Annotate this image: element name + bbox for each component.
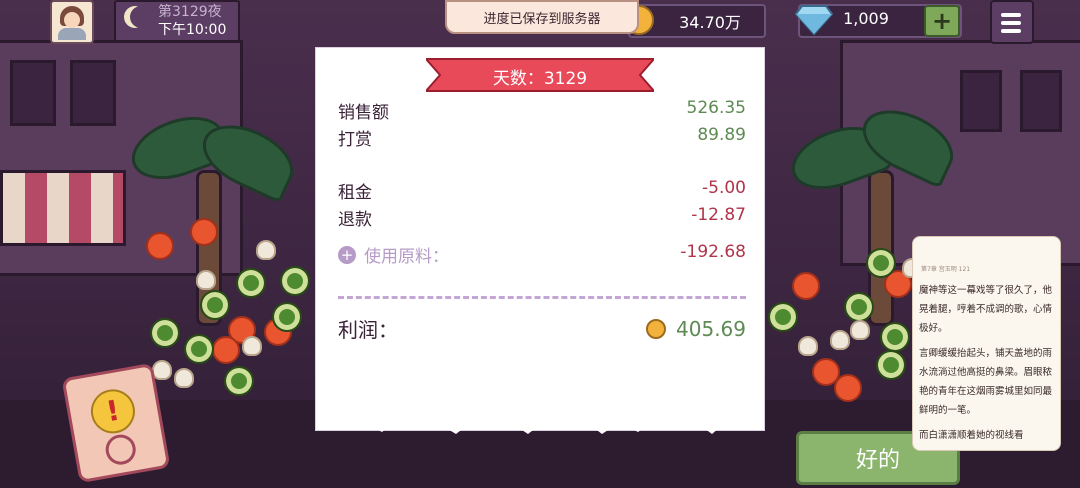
- tomato-slice: [146, 232, 174, 260]
- garlic-clove: [830, 330, 850, 350]
- notification-card[interactable]: !: [61, 362, 171, 484]
- receipt-value: 89.89: [697, 125, 746, 145]
- pepper-slice: [844, 292, 874, 322]
- day-banner-text: 天数：3129: [492, 69, 588, 89]
- player-avatar[interactable]: [50, 0, 94, 44]
- receipt-label: 退款: [338, 210, 372, 230]
- garlic-clove: [242, 336, 262, 356]
- receipt-value: 526.35: [686, 98, 746, 118]
- receipt-label: 租金: [338, 183, 372, 203]
- receipt-row-tips: 打赏 89.89: [338, 125, 746, 150]
- menu-icon-bar: [1001, 13, 1021, 17]
- novel-paragraph: 魔神等这一幕戏等了很久了，他晃着腿，哼着不成调的歌，心情极好。: [919, 285, 1053, 334]
- diamond-icon: [794, 5, 834, 36]
- receipt-row-refund: 退款 -12.87: [338, 205, 746, 230]
- striped-awning: [0, 170, 126, 246]
- novel-header: 第7章 宫玉明 121: [921, 266, 971, 273]
- pepper-slice: [880, 322, 910, 352]
- receipt-value: -12.87: [691, 205, 746, 225]
- profit-label: 利润：: [338, 318, 398, 342]
- garlic-clove: [196, 270, 216, 290]
- menu-button[interactable]: [990, 0, 1034, 44]
- receipt-label: 打赏: [338, 130, 372, 150]
- add-gems-button[interactable]: +: [924, 5, 960, 37]
- avatar-face: [64, 12, 80, 28]
- alert-card-base: [103, 432, 139, 467]
- save-toast: 进度已保存到服务器: [445, 0, 639, 34]
- garlic-clove: [798, 336, 818, 356]
- receipt-row-ingredients[interactable]: + 使用原料： -192.68: [338, 242, 746, 267]
- receipt-profit-row: 利润： 405.69: [338, 314, 746, 343]
- menu-icon-bar: [1001, 29, 1021, 33]
- pepper-slice: [280, 266, 310, 296]
- garlic-clove: [152, 360, 172, 380]
- receipt-label: 销售额: [338, 103, 389, 123]
- building-window: [10, 60, 56, 126]
- receipt-value: -5.00: [702, 178, 746, 198]
- receipt-divider: [338, 296, 746, 299]
- night-counter: 第3129夜: [158, 4, 222, 20]
- tomato-slice: [792, 272, 820, 300]
- building-window: [960, 70, 1002, 132]
- pepper-slice: [150, 318, 180, 348]
- clock-time: 下午10:00: [158, 22, 227, 38]
- receipt-row-rent: 租金 -5.00: [338, 178, 746, 203]
- pepper-slice: [236, 268, 266, 298]
- menu-icon-bar: [1001, 21, 1021, 25]
- pepper-slice: [272, 302, 302, 332]
- building-window: [70, 60, 116, 126]
- plus-circle-icon: +: [338, 245, 356, 264]
- novel-reader-popup[interactable]: 第7章 宫玉明 121 魔神等这一幕戏等了很久了，他晃着腿，哼着不成调的歌，心情…: [912, 236, 1061, 451]
- building-window: [1020, 70, 1062, 132]
- gem-amount: 1,009: [843, 9, 889, 28]
- profit-value: 405.69: [676, 316, 746, 341]
- pepper-slice: [184, 334, 214, 364]
- garlic-clove: [256, 240, 276, 260]
- profit-amount: 405.69: [646, 317, 746, 341]
- receipt-row-sales: 销售额 526.35: [338, 98, 746, 123]
- pepper-slice: [200, 290, 230, 320]
- coin-icon: [646, 318, 667, 339]
- garlic-clove: [174, 368, 194, 388]
- novel-paragraph: 而白潇潇顺着她的视线看: [919, 430, 1024, 441]
- receipt-torn-edge: [316, 400, 764, 434]
- pepper-slice: [876, 350, 906, 380]
- receipt-value: -192.68: [680, 242, 746, 262]
- garlic-clove: [850, 320, 870, 340]
- novel-paragraph: 言卿缓缓抬起头，铺天盖地的雨水流淌过他高挺的鼻梁。眉眼秾艳的青年在这烟雨雾城里如…: [919, 348, 1053, 416]
- pepper-slice: [866, 248, 896, 278]
- tomato-slice: [190, 218, 218, 246]
- ingredients-expand[interactable]: + 使用原料：: [338, 242, 449, 267]
- tomato-slice: [834, 374, 862, 402]
- avatar-body: [58, 28, 86, 40]
- tomato-slice: [212, 336, 240, 364]
- receipt-label: 使用原料：: [364, 247, 449, 267]
- pepper-slice: [768, 302, 798, 332]
- coin-amount: 34.70万: [679, 13, 741, 32]
- pepper-slice: [224, 366, 254, 396]
- moon-icon: [130, 6, 152, 28]
- alert-icon: !: [87, 385, 139, 437]
